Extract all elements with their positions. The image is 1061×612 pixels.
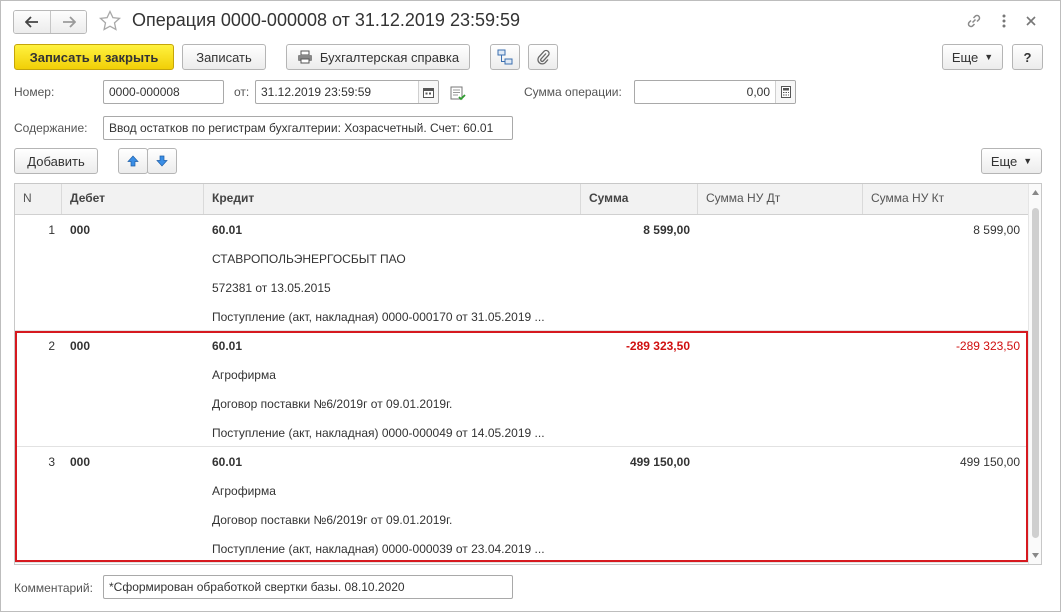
column-header-sum[interactable]: Сумма — [581, 184, 698, 214]
table-scrollbar[interactable] — [1028, 184, 1041, 564]
scroll-down-icon[interactable] — [1031, 551, 1040, 560]
credit-subconto-2: 572381 от 13.05.2015 — [212, 281, 331, 295]
arrow-up-icon — [127, 155, 139, 167]
column-header-n[interactable]: N — [15, 184, 62, 214]
table-row[interactable]: 3 000 60.01 Агрофирма Договор поставки №… — [15, 447, 1029, 563]
navigation-buttons — [13, 10, 87, 34]
column-header-debit[interactable]: Дебет — [62, 184, 204, 214]
move-up-button[interactable] — [118, 148, 148, 174]
sum-nu-kt-cell: 499 150,00 — [959, 455, 1020, 469]
table-more-button[interactable]: Еще ▼ — [981, 148, 1042, 174]
sum-nu-kt-cell: 8 599,00 — [973, 223, 1020, 237]
credit-account-cell: 60.01 — [212, 455, 243, 469]
operation-sum-field[interactable]: 0,00 — [634, 80, 796, 104]
more-menu-button[interactable] — [994, 11, 1014, 31]
attach-button[interactable] — [528, 44, 558, 70]
debit-cell: 000 — [70, 455, 91, 469]
column-header-sum-nu-dt[interactable]: Сумма НУ Дт — [698, 184, 863, 214]
structure-button[interactable] — [490, 44, 520, 70]
document-window: Операция 0000-000008 от 31.12.2019 23:59… — [0, 0, 1061, 612]
save-and-close-button[interactable]: Записать и закрыть — [14, 44, 174, 70]
forward-button[interactable] — [50, 11, 86, 33]
number-field[interactable]: 0000-000008 — [103, 80, 224, 104]
sum-nu-kt-cell: -289 323,50 — [955, 339, 1020, 353]
document-status-icon[interactable] — [450, 86, 466, 101]
chevron-down-icon: ▼ — [984, 52, 994, 62]
date-value: 31.12.2019 23:59:59 — [261, 85, 372, 99]
close-button[interactable] — [1021, 11, 1041, 31]
scroll-up-icon[interactable] — [1031, 188, 1040, 197]
table-more-label: Еще — [990, 153, 1018, 169]
move-down-button[interactable] — [147, 148, 177, 174]
entries-table: N Дебет Кредит Сумма Сумма НУ Дт Сумма Н… — [14, 183, 1042, 565]
table-row[interactable]: 1 000 60.01 СТАВРОПОЛЬЭНЕРГОСБЫТ ПАО 572… — [15, 215, 1029, 331]
operation-sum-value: 0,00 — [746, 85, 770, 99]
credit-account-cell: 60.01 — [212, 339, 243, 353]
star-icon[interactable] — [98, 9, 122, 33]
credit-subconto-3: Поступление (акт, накладная) 0000-000170… — [212, 310, 545, 324]
structure-icon — [497, 49, 513, 65]
chevron-down-icon: ▼ — [1023, 156, 1033, 166]
credit-subconto-2: Договор поставки №6/2019г от 09.01.2019г… — [212, 397, 453, 411]
back-button[interactable] — [14, 11, 50, 33]
credit-account-cell: 60.01 — [212, 223, 243, 237]
row-number: 2 — [48, 339, 55, 353]
sum-cell: 8 599,00 — [643, 223, 690, 237]
content-field[interactable]: Ввод остатков по регистрам бухгалтерии: … — [103, 116, 513, 140]
arrow-left-icon — [25, 16, 38, 28]
date-label: от: — [234, 85, 250, 99]
credit-subconto-2: Договор поставки №6/2019г от 09.01.2019г… — [212, 513, 453, 527]
calendar-button[interactable] — [418, 81, 438, 103]
number-label: Номер: — [14, 85, 55, 99]
debit-cell: 000 — [70, 223, 91, 237]
credit-subconto-3: Поступление (акт, накладная) 0000-000039… — [212, 542, 545, 556]
more-button[interactable]: Еще ▼ — [942, 44, 1003, 70]
operation-sum-label: Сумма операции: — [524, 85, 622, 99]
close-icon — [1026, 16, 1036, 26]
column-header-credit[interactable]: Кредит — [204, 184, 581, 214]
row-number: 3 — [48, 455, 55, 469]
table-body: 1 000 60.01 СТАВРОПОЛЬЭНЕРГОСБЫТ ПАО 572… — [15, 215, 1029, 564]
calendar-icon — [423, 87, 434, 98]
row-number: 1 — [48, 223, 55, 237]
help-button[interactable]: ? — [1012, 44, 1043, 70]
accounting-report-button[interactable]: Бухгалтерская справка — [286, 44, 470, 70]
arrow-right-icon — [62, 16, 76, 28]
accounting-report-label: Бухгалтерская справка — [319, 49, 460, 65]
title-bar: Операция 0000-000008 от 31.12.2019 23:59… — [1, 1, 1060, 41]
credit-subconto-3: Поступление (акт, накладная) 0000-000049… — [212, 426, 545, 440]
content-label: Содержание: — [14, 121, 88, 135]
column-header-sum-nu-kt[interactable]: Сумма НУ Кт — [863, 184, 1029, 214]
debit-cell: 000 — [70, 339, 91, 353]
link-button[interactable] — [964, 11, 984, 31]
credit-subconto-1: Агрофирма — [212, 368, 276, 382]
table-header: N Дебет Кредит Сумма Сумма НУ Дт Сумма Н… — [15, 184, 1041, 215]
more-label: Еще — [951, 49, 979, 65]
comment-field[interactable]: *Сформирован обработкой свертки базы. 08… — [103, 575, 513, 599]
arrow-down-icon — [156, 155, 168, 167]
calculator-button[interactable] — [775, 81, 795, 103]
credit-subconto-1: СТАВРОПОЛЬЭНЕРГОСБЫТ ПАО — [212, 252, 406, 266]
sum-cell: 499 150,00 — [629, 455, 690, 469]
sum-cell: -289 323,50 — [625, 339, 690, 353]
table-row[interactable]: 2 000 60.01 Агрофирма Договор поставки №… — [15, 331, 1029, 447]
credit-subconto-1: Агрофирма — [212, 484, 276, 498]
calculator-icon — [780, 86, 791, 98]
add-button[interactable]: Добавить — [14, 148, 98, 174]
link-icon — [967, 14, 981, 28]
comment-label: Комментарий: — [14, 581, 93, 595]
paperclip-icon — [537, 49, 550, 65]
page-title: Операция 0000-000008 от 31.12.2019 23:59… — [132, 10, 521, 30]
scroll-thumb[interactable] — [1032, 208, 1039, 538]
printer-icon — [297, 50, 312, 64]
more-dots-icon — [1002, 14, 1006, 28]
date-field[interactable]: 31.12.2019 23:59:59 — [255, 80, 439, 104]
save-button[interactable]: Записать — [182, 44, 266, 70]
